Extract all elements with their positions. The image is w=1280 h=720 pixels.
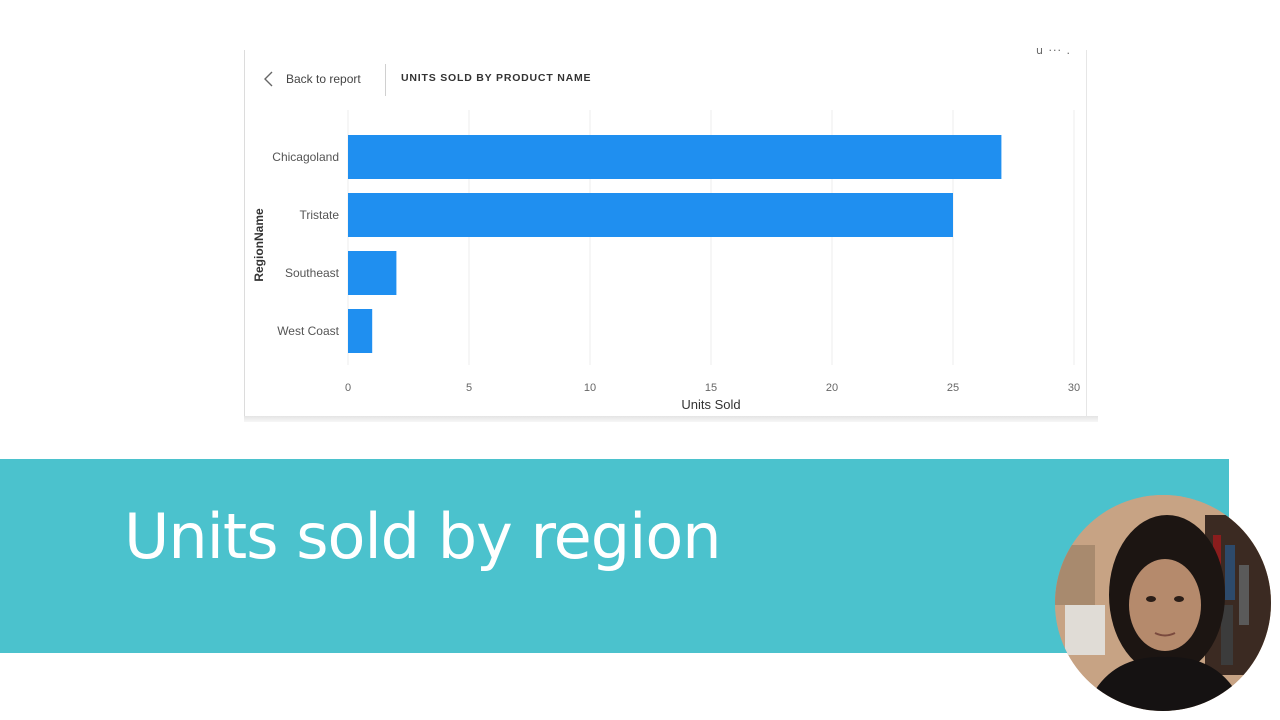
bar	[348, 135, 1002, 179]
x-tick-label: 15	[705, 382, 717, 394]
y-category-label: Tristate	[299, 208, 339, 222]
x-tick-label: 25	[947, 382, 959, 394]
slide-heading: Units sold by region	[124, 500, 722, 573]
x-tick-label: 0	[345, 382, 351, 394]
bar-chart: 0 5 10 15 20 25 30 Chicagoland Tristate Southeast…	[252, 110, 1080, 412]
x-tick-label: 10	[584, 382, 596, 394]
x-tick-label: 30	[1068, 382, 1080, 394]
x-tick-label: 5	[466, 382, 472, 394]
x-tick-label: 20	[826, 382, 838, 394]
y-category-label: Southeast	[285, 266, 340, 280]
y-axis-title: RegionName	[252, 208, 266, 282]
y-category-label: West Coast	[277, 324, 339, 338]
y-category-label: Chicagoland	[272, 150, 339, 164]
bar	[348, 251, 397, 295]
x-axis-title: Units Sold	[681, 397, 740, 412]
bar	[348, 309, 373, 353]
presenter-webcam	[1055, 495, 1271, 711]
presenter-photo	[1055, 495, 1271, 711]
bar	[348, 193, 953, 237]
